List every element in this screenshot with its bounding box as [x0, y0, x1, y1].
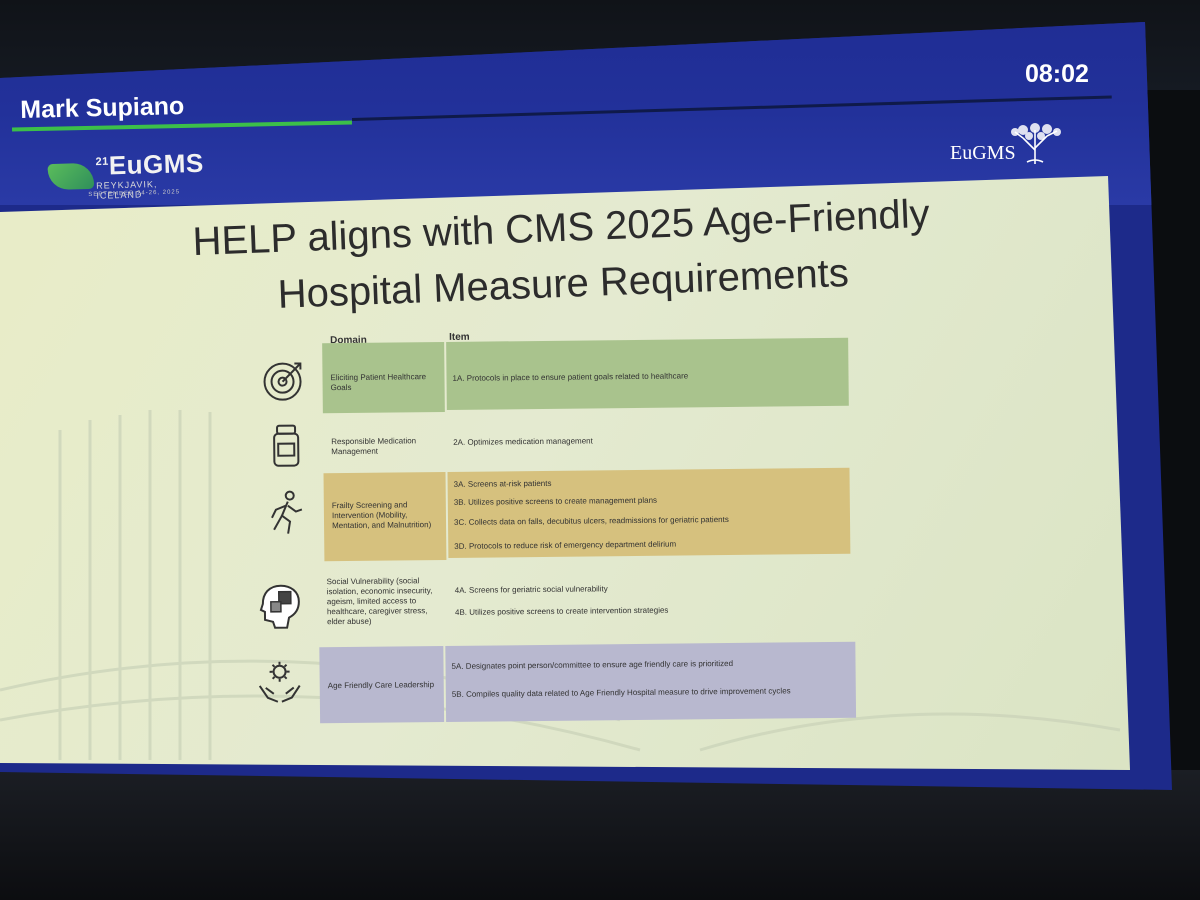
measure-requirements-table: Domain Item Eliciting Patient Healthcare… — [252, 324, 866, 730]
puzzle-head-icon — [259, 584, 300, 629]
row-4-item-1: 4A. Screens for geriatric social vulnera… — [454, 584, 608, 595]
tree-icon — [1011, 123, 1061, 164]
running-person-icon — [271, 490, 303, 534]
row-4-item-2: 4B. Utilizes positive screens to create … — [454, 605, 669, 617]
eugms-congress-logo: 21EuGMS REYKJAVIK, ICELAND SEPTEMBER 24-… — [47, 148, 204, 212]
row-2-item-1: 2A. Optimizes medication management — [453, 436, 593, 447]
hands-gear-icon — [258, 661, 301, 703]
presenter-name: Mark Supiano — [20, 91, 185, 124]
row-2-domain: Responsible Medication Management — [331, 436, 417, 457]
row-1-domain: Eliciting Patient Healthcare Goals — [330, 372, 427, 393]
target-icon — [263, 362, 302, 401]
row-5-domain: Age Friendly Care Leadership — [327, 680, 435, 691]
medication-bottle-icon — [273, 424, 300, 467]
row-4-domain: Social Vulnerability (social isolation, … — [326, 576, 433, 627]
presentation-timer: 08:02 — [1025, 60, 1089, 88]
room-background-bottom — [0, 770, 1200, 900]
row-5-item-cell — [445, 641, 857, 722]
logo-wave-icon — [47, 162, 95, 191]
row-3-domain: Frailty Screening and Intervention (Mobi… — [331, 500, 432, 531]
logo-main-text: 21EuGMS — [95, 147, 205, 181]
